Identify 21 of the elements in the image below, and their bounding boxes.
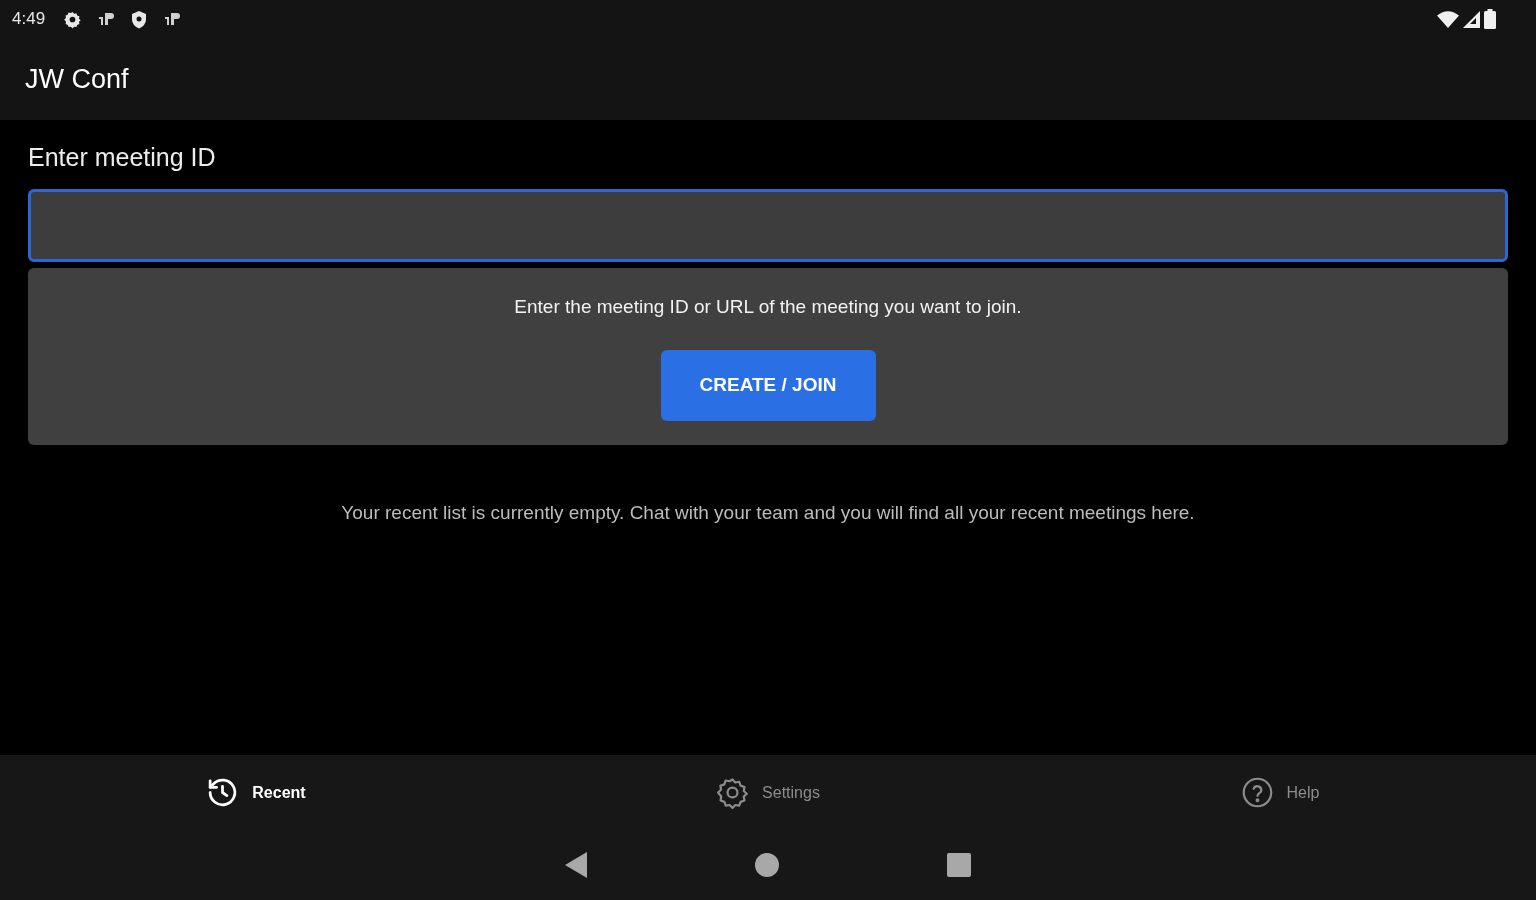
app-title: JW Conf [25,62,129,96]
back-icon[interactable] [565,852,587,878]
settings-icon [716,776,750,809]
notification-icon [97,10,116,28]
signal-icon [1463,10,1480,28]
notification-icon [163,10,182,28]
wifi-icon [1437,10,1459,28]
help-icon [1240,776,1274,809]
gear-icon [63,9,83,29]
status-time: 4:49 [12,8,46,31]
nav-tab[interactable]: Settings [712,772,824,813]
shield-icon [130,9,149,29]
empty-recent-message: Your recent list is currently empty. Chat with your team and you will find all your recent meetings here. [341,501,1195,525]
nav-tab[interactable]: Recent [202,772,310,813]
join-hint: Enter the meeting ID or URL of the meeting you want to join. [514,295,1022,319]
nav-tab[interactable]: Help [1236,772,1324,813]
battery-icon [1484,9,1496,29]
home-icon[interactable] [755,853,779,877]
meeting-id-label: Enter meeting ID [28,142,216,172]
create-join-button[interactable]: CREATE / JOIN [660,350,876,421]
meeting-id-field[interactable] [28,189,1508,262]
